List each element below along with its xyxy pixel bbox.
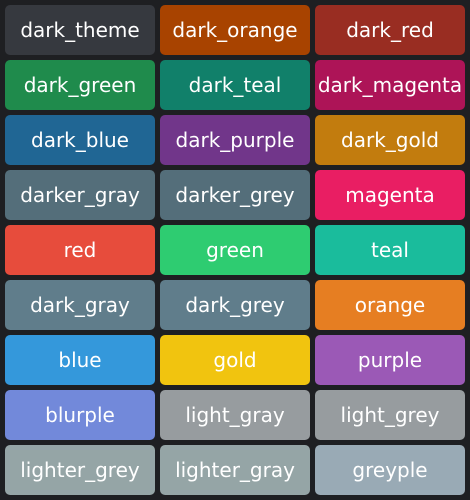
swatch-darker-gray: darker_gray <box>5 170 155 220</box>
swatch-blurple: blurple <box>5 390 155 440</box>
swatch-red: red <box>5 225 155 275</box>
swatch-lighter-grey: lighter_grey <box>5 445 155 495</box>
swatch-purple: purple <box>315 335 465 385</box>
swatch-gold: gold <box>160 335 310 385</box>
swatch-lighter-gray: lighter_gray <box>160 445 310 495</box>
swatch-orange: orange <box>315 280 465 330</box>
swatch-dark-blue: dark_blue <box>5 115 155 165</box>
swatch-dark-teal: dark_teal <box>160 60 310 110</box>
swatch-green: green <box>160 225 310 275</box>
swatch-dark-green: dark_green <box>5 60 155 110</box>
swatch-dark-purple: dark_purple <box>160 115 310 165</box>
swatch-dark-gray: dark_gray <box>5 280 155 330</box>
swatch-dark-orange: dark_orange <box>160 5 310 55</box>
swatch-greyple: greyple <box>315 445 465 495</box>
swatch-blue: blue <box>5 335 155 385</box>
swatch-dark-magenta: dark_magenta <box>315 60 465 110</box>
swatch-dark-grey: dark_grey <box>160 280 310 330</box>
swatch-dark-red: dark_red <box>315 5 465 55</box>
swatch-dark-theme: dark_theme <box>5 5 155 55</box>
swatch-light-grey: light_grey <box>315 390 465 440</box>
swatch-light-gray: light_gray <box>160 390 310 440</box>
swatch-dark-gold: dark_gold <box>315 115 465 165</box>
swatch-teal: teal <box>315 225 465 275</box>
color-swatch-grid: dark_theme dark_orange dark_red dark_gre… <box>5 5 465 495</box>
swatch-darker-grey: darker_grey <box>160 170 310 220</box>
swatch-magenta: magenta <box>315 170 465 220</box>
